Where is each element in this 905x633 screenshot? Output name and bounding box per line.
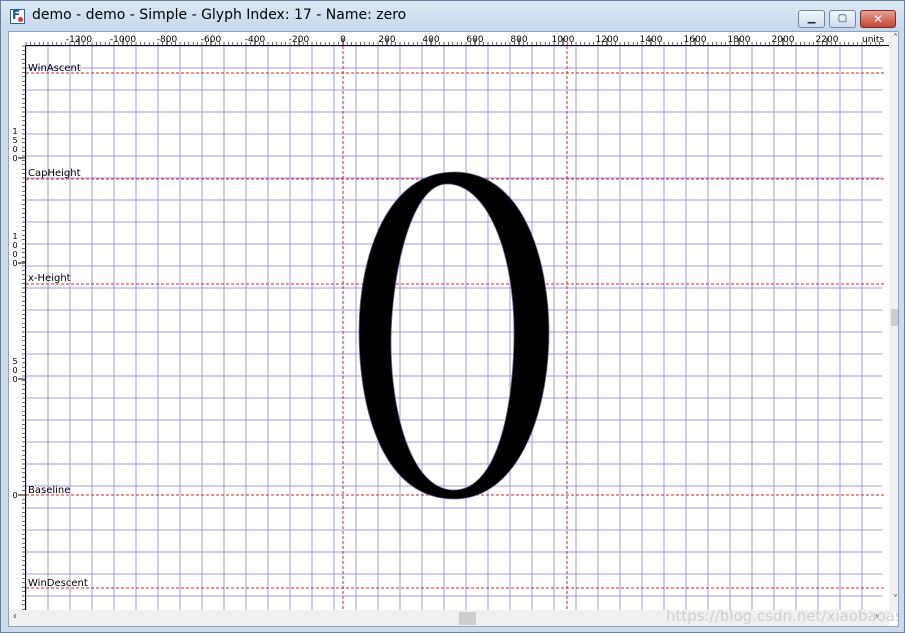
scroll-left-icon[interactable]: ‹ bbox=[13, 611, 17, 622]
app-window: F demo - demo - Simple - Glyph Index: 17… bbox=[0, 0, 905, 633]
metric-guide-lines bbox=[26, 46, 884, 610]
ruler-x-tick-label: 0 bbox=[340, 35, 346, 45]
ruler-x-tick-label: 2000 bbox=[772, 35, 795, 45]
minimize-button[interactable]: ▁ bbox=[798, 10, 825, 28]
ruler-x-tick-label: -800 bbox=[157, 35, 178, 45]
maximize-button[interactable]: ▢ bbox=[829, 10, 856, 28]
ruler-x-tick-label: 200 bbox=[378, 35, 395, 45]
watermark-text: https://blog.csdn.net/xiaobaoasdfex bbox=[666, 607, 898, 625]
ruler-x-tick-label: 1200 bbox=[596, 35, 619, 45]
ruler-x-tick-label: -600 bbox=[201, 35, 222, 45]
app-icon[interactable]: F bbox=[10, 8, 25, 24]
scroll-up-icon[interactable]: ˄ bbox=[893, 33, 898, 44]
title-bar[interactable]: F demo - demo - Simple - Glyph Index: 17… bbox=[1, 1, 904, 31]
ruler-x-tick-label: 1400 bbox=[640, 35, 663, 45]
ruler-x-tick-label: 400 bbox=[422, 35, 439, 45]
vertical-scrollbar[interactable]: ˄ ˅ bbox=[889, 32, 898, 612]
ruler-x-tick-label: 600 bbox=[466, 35, 483, 45]
scroll-down-icon[interactable]: ˅ bbox=[893, 594, 898, 605]
window-title: demo - demo - Simple - Glyph Index: 17 -… bbox=[32, 7, 407, 23]
ruler-y-tick-label: 1500 bbox=[12, 127, 17, 163]
ruler-x-tick-label: 1600 bbox=[684, 35, 707, 45]
glyph-zero-outline[interactable] bbox=[358, 171, 550, 500]
ruler-x-tick-label: 2200 bbox=[816, 35, 839, 45]
grid-lines bbox=[25, 45, 882, 610]
ruler-x-tick-label: -400 bbox=[245, 35, 266, 45]
ruler-x-tick-label: -1200 bbox=[66, 35, 92, 45]
ruler-x-tick-label: -200 bbox=[289, 35, 310, 45]
glyph-editor-canvas[interactable]: -1200 -1000 -800 -600 -400 -200 0 200 400 600 800 1… bbox=[8, 31, 899, 627]
vertical-scroll-thumb[interactable] bbox=[891, 309, 898, 326]
horizontal-ruler bbox=[9, 32, 889, 46]
ruler-x-tick-label: 1000 bbox=[552, 35, 575, 45]
ruler-x-tick-label: 800 bbox=[510, 35, 527, 45]
close-button[interactable]: ✕ bbox=[860, 10, 896, 28]
ruler-y-tick-label: 1000 bbox=[12, 232, 17, 268]
ruler-x-tick-label: 1800 bbox=[728, 35, 751, 45]
ruler-y-tick-label: 500 bbox=[12, 357, 17, 384]
ruler-x-tick-label: -1000 bbox=[110, 35, 136, 45]
ruler-y-tick-label: 0 bbox=[12, 491, 17, 500]
horizontal-scroll-thumb[interactable] bbox=[459, 612, 476, 625]
